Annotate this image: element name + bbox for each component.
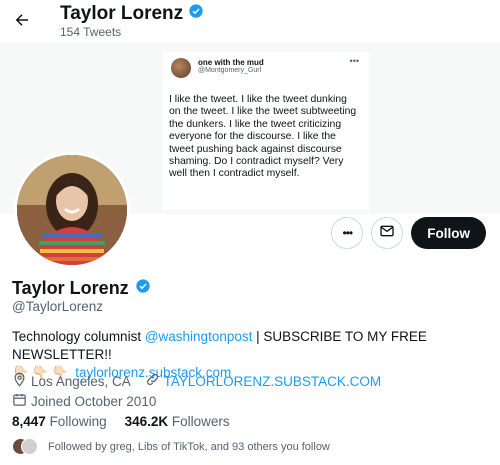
- profile-meta: Los Angeles, CA TAYLORLORENZ.SUBSTACK.CO…: [12, 372, 391, 412]
- banner-tweet-avatar: [171, 58, 191, 78]
- more-dots-icon: •••: [342, 226, 353, 240]
- tweet-count: 154 Tweets: [60, 25, 122, 39]
- verified-badge-icon: [188, 3, 204, 25]
- profile-actions: ••• Follow: [331, 217, 486, 249]
- header-name-text: Taylor Lorenz: [60, 3, 184, 24]
- location-pin-icon: [12, 372, 27, 392]
- website-link[interactable]: TAYLORLORENZ.SUBSTACK.COM: [164, 373, 382, 391]
- back-arrow-icon[interactable]: [8, 6, 36, 34]
- more-dots-icon: •••: [349, 56, 359, 66]
- more-options-button[interactable]: •••: [331, 217, 364, 249]
- joined-text: Joined October 2010: [31, 394, 157, 409]
- follower-avatars: [12, 438, 40, 456]
- follow-button[interactable]: Follow: [411, 217, 486, 249]
- website-item: TAYLORLORENZ.SUBSTACK.COM: [145, 372, 382, 392]
- follow-stats: 8,447 Following 346.2K Followers: [12, 414, 230, 429]
- banner-tweet-handle: @Montgomery_Gurl: [198, 67, 262, 74]
- location-item: Los Angeles, CA: [12, 372, 131, 392]
- profile-name-row: Taylor Lorenz: [12, 278, 151, 299]
- header-name: Taylor Lorenz: [60, 3, 204, 25]
- followed-by-row[interactable]: Followed by greg, Libs of TikTok, and 93…: [12, 438, 330, 456]
- profile-avatar[interactable]: [14, 152, 130, 268]
- followers-stat[interactable]: 346.2K Followers: [125, 414, 230, 429]
- location-text: Los Angeles, CA: [31, 374, 131, 389]
- banner-tweet-card: one with the mud @Montgomery_Gurl ••• I …: [163, 52, 369, 210]
- bio-text-prefix: Technology columnist: [12, 329, 145, 344]
- following-label: Following: [49, 414, 107, 429]
- message-button[interactable]: [371, 217, 404, 249]
- followers-count: 346.2K: [124, 414, 169, 429]
- follower-avatar: [21, 438, 38, 455]
- profile-name: Taylor Lorenz: [12, 278, 129, 298]
- banner-tweet-text: I like the tweet. I like the tweet dunki…: [169, 94, 357, 180]
- followers-label: Followers: [171, 414, 230, 429]
- profile-handle: @TaylorLorenz: [12, 299, 103, 314]
- top-bar: Taylor Lorenz 154 Tweets: [0, 0, 500, 42]
- following-count: 8,447: [12, 414, 46, 429]
- followed-by-text: Followed by greg, Libs of TikTok, and 93…: [48, 441, 330, 453]
- bio-mention-link[interactable]: @washingtonpost: [145, 329, 253, 344]
- banner-tweet-author: one with the mud: [198, 58, 264, 67]
- joined-item: Joined October 2010: [12, 392, 156, 412]
- following-stat[interactable]: 8,447 Following: [12, 414, 107, 429]
- link-chain-icon: [145, 372, 160, 392]
- envelope-icon: [379, 223, 395, 244]
- verified-badge-icon: [135, 278, 151, 299]
- calendar-icon: [12, 392, 27, 412]
